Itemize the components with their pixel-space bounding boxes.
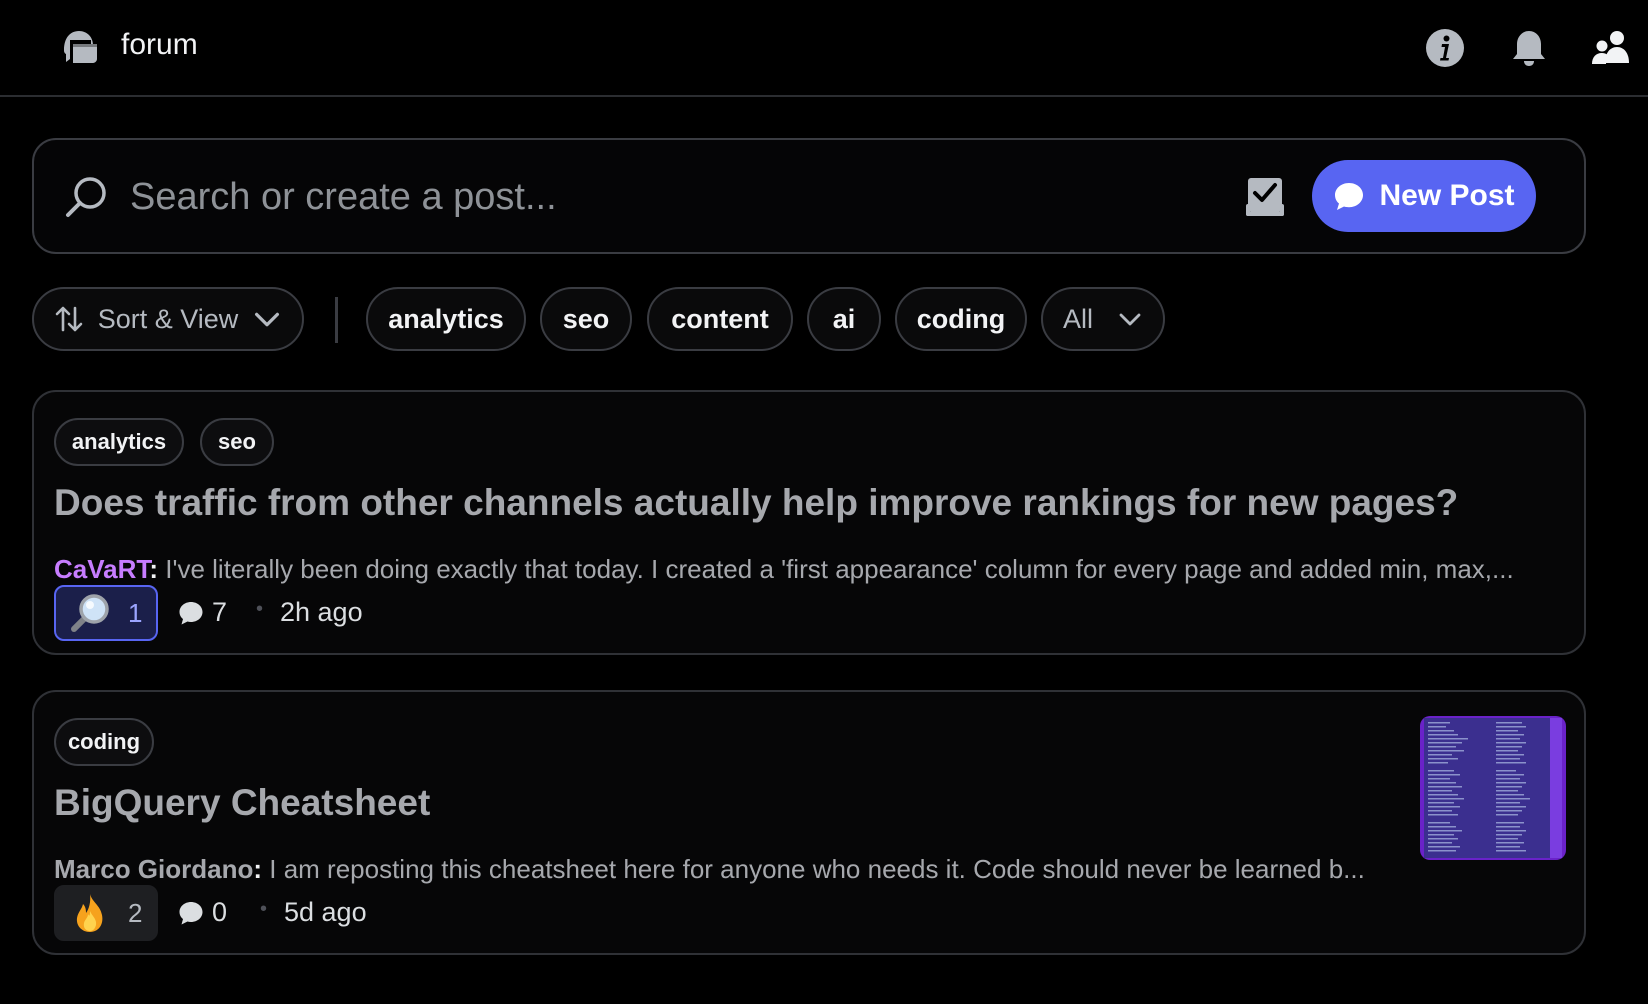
comment-count-value: 0 xyxy=(212,897,228,927)
comment-count[interactable]: 7 xyxy=(178,597,227,628)
post-time: 2h ago xyxy=(280,597,363,627)
filter-divider xyxy=(335,297,338,343)
chevron-down-icon xyxy=(1119,313,1141,326)
tag-filter-seo[interactable]: seo xyxy=(540,287,632,351)
tag-filter-content[interactable]: content xyxy=(647,287,793,351)
top-bar: forum xyxy=(0,0,1648,97)
post-tag[interactable]: seo xyxy=(200,418,274,466)
author-separator: : xyxy=(149,554,159,584)
new-post-label: New Post xyxy=(1379,179,1515,212)
meta-dot: • xyxy=(256,598,264,620)
reaction-count: 2 xyxy=(128,897,143,928)
search-input[interactable] xyxy=(130,166,1130,228)
search-bar: New Post xyxy=(32,138,1586,254)
magnifying-glass-emoji-icon xyxy=(71,594,109,632)
post-thumbnail[interactable] xyxy=(1420,716,1566,860)
comment-count[interactable]: 0 xyxy=(178,897,227,928)
tag-filter-coding[interactable]: coding xyxy=(895,287,1027,351)
post-title[interactable]: BigQuery Cheatsheet xyxy=(54,782,430,824)
cheatsheet-image xyxy=(1424,718,1562,858)
tag-filter-ai[interactable]: ai xyxy=(807,287,881,351)
sort-view-label: Sort & View xyxy=(97,303,239,334)
reaction-button[interactable]: 1 xyxy=(54,585,158,641)
info-icon xyxy=(1426,29,1464,67)
all-tags-label: All xyxy=(1062,303,1093,334)
info-button[interactable] xyxy=(1424,27,1466,69)
post-time: 5d ago xyxy=(284,897,367,927)
post-author[interactable]: Marco Giordano xyxy=(54,854,253,884)
fire-emoji-icon xyxy=(76,894,103,932)
channel-title: forum xyxy=(121,28,198,61)
post-meta: 2 0 • 5d ago xyxy=(54,885,754,941)
reaction-button[interactable]: 2 xyxy=(54,885,158,941)
chat-bubble-icon xyxy=(1335,183,1364,210)
post-author[interactable]: CaVaRT xyxy=(54,554,149,584)
members-icon xyxy=(1592,31,1629,64)
post-card[interactable]: coding BigQuery Cheatsheet Marco Giordan… xyxy=(32,690,1586,955)
post-card[interactable]: analytics seo Does traffic from other ch… xyxy=(32,390,1586,655)
checklist-icon[interactable] xyxy=(1242,174,1288,220)
search-icon xyxy=(66,177,106,217)
new-post-button[interactable]: New Post xyxy=(1312,160,1536,232)
comment-count-value: 7 xyxy=(212,597,228,627)
comment-icon xyxy=(179,601,203,624)
tag-filter-analytics[interactable]: analytics xyxy=(366,287,526,351)
sort-view-button[interactable]: Sort & View xyxy=(32,287,304,351)
forum-icon xyxy=(64,31,97,63)
members-button[interactable] xyxy=(1590,27,1632,69)
post-tag[interactable]: coding xyxy=(54,718,154,766)
sort-icon xyxy=(55,306,83,332)
post-title[interactable]: Does traffic from other channels actuall… xyxy=(54,482,1458,524)
post-snippet-text: I've literally been doing exactly that t… xyxy=(158,554,1514,584)
chevron-down-icon xyxy=(255,312,280,327)
meta-dot: • xyxy=(260,898,268,920)
post-snippet: CaVaRT: I've literally been doing exactl… xyxy=(54,554,1564,585)
author-separator: : xyxy=(253,854,263,884)
post-tag[interactable]: analytics xyxy=(54,418,184,466)
bell-icon xyxy=(1513,31,1545,66)
reaction-count: 1 xyxy=(128,597,143,628)
post-snippet-text: I am reposting this cheatsheet here for … xyxy=(262,854,1365,884)
post-meta: 1 7 • 2h ago xyxy=(54,585,754,641)
all-tags-dropdown[interactable]: All xyxy=(1041,287,1165,351)
filter-row: Sort & View analytics seo content ai cod… xyxy=(32,287,1592,351)
post-snippet: Marco Giordano: I am reposting this chea… xyxy=(54,854,1394,885)
comment-icon xyxy=(179,901,203,924)
notifications-button[interactable] xyxy=(1508,27,1550,69)
